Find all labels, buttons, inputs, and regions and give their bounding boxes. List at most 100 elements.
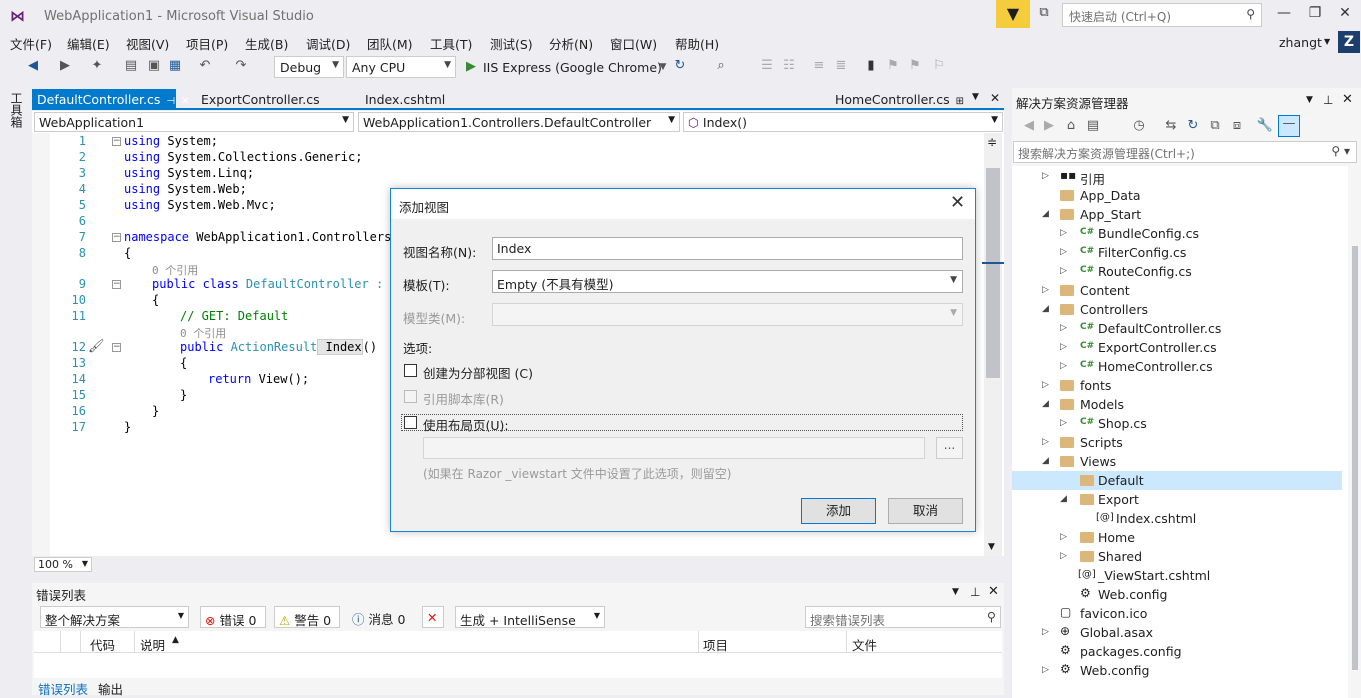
tree-node-defaultcontroller[interactable]: ▷ C# DefaultController.cs [1012, 319, 1342, 338]
template-select[interactable]: Empty (不具有模型) ▼ [492, 270, 963, 293]
bookmark-icon[interactable]: ▮ [862, 58, 880, 73]
user-dropdown-icon[interactable]: ▼ [1324, 37, 1330, 46]
tab-output[interactable]: 输出 [94, 679, 127, 698]
split-icon[interactable]: ≑ [987, 135, 997, 149]
filter-icon[interactable]: ✕ [422, 606, 444, 628]
layout-path-input[interactable] [423, 437, 925, 459]
dialog-close-icon[interactable]: ✕ [950, 192, 965, 213]
tree-node-bundleconfig[interactable]: ▷ C# BundleConfig.cs [1012, 224, 1342, 243]
tree-node-app-data[interactable]: App_Data [1012, 186, 1342, 205]
start-debug-icon[interactable]: ▶ [466, 59, 476, 74]
back-icon[interactable]: ◀ [24, 58, 42, 73]
reference-count[interactable]: 0 个引用 [180, 325, 226, 341]
quick-launch-input[interactable]: 快速启动 (Ctrl+Q) ⚲ [1062, 3, 1262, 27]
run-target-button[interactable]: IIS Express (Google Chrome) [483, 60, 662, 75]
notification-flag-icon[interactable]: ▼ [996, 0, 1030, 28]
collapse-icon[interactable]: − [112, 280, 121, 289]
menu-project[interactable]: 项目(P) [186, 34, 228, 53]
open-file-icon[interactable]: ▤ [122, 58, 140, 73]
tree-node-models[interactable]: ◢ Models [1012, 395, 1342, 414]
project-nav-select[interactable]: WebApplication1 ▼ [34, 112, 354, 132]
model-class-select[interactable]: ▼ [492, 303, 963, 326]
tree-node-shared[interactable]: ▷ Shared [1012, 547, 1342, 566]
close-button[interactable]: ✕ [1333, 5, 1357, 21]
tab-error-list[interactable]: 错误列表 [34, 679, 92, 698]
tab-exportcontroller[interactable]: ExportController.cs [196, 89, 325, 110]
panel-menu-icon[interactable]: ▼ [952, 587, 959, 597]
refresh-browser-icon[interactable]: ↻ [671, 58, 689, 73]
browse-layout-button[interactable]: ... [936, 437, 963, 459]
pin-icon[interactable]: ⊣ [166, 96, 175, 107]
tab-defaultcontroller[interactable]: DefaultController.cs ⊣ ✕ [32, 89, 189, 110]
tree-node-shop[interactable]: ▷ C# Shop.cs [1012, 414, 1342, 433]
tree-node-homecontroller[interactable]: ▷ C# HomeController.cs [1012, 357, 1342, 376]
tree-node-app-start[interactable]: ◢ App_Start [1012, 205, 1342, 224]
errors-filter-button[interactable]: ⊗ 错误 0 [200, 606, 266, 628]
properties-icon[interactable]: 🔧 [1256, 118, 1274, 133]
find-icon[interactable]: ⌕ [712, 58, 730, 73]
column-file[interactable]: 文件 [852, 635, 877, 654]
column-description[interactable]: 说明 [140, 635, 165, 654]
menu-tools[interactable]: 工具(T) [430, 34, 472, 53]
close-panel-icon[interactable]: ✕ [988, 584, 999, 599]
use-layout-checkbox[interactable] [404, 416, 417, 429]
avatar[interactable]: Z [1338, 31, 1360, 53]
menu-test[interactable]: 测试(S) [490, 34, 533, 53]
preview-icon[interactable]: — [1278, 115, 1300, 137]
sync-icon[interactable]: ▤ [1084, 118, 1102, 133]
warnings-filter-button[interactable]: ⚠ 警告 0 [274, 606, 340, 628]
tree-node-fonts[interactable]: ▷ fonts [1012, 376, 1342, 395]
error-search-input[interactable]: 搜索错误列表 ⚲ [805, 606, 1001, 628]
menu-build[interactable]: 生成(B) [245, 34, 288, 53]
tab-overflow-icon[interactable]: ▼ [972, 92, 979, 102]
pin-icon[interactable]: ⊥ [1323, 93, 1333, 107]
zoom-select[interactable]: 100 % ▼ [34, 557, 92, 572]
script-libraries-checkbox[interactable] [404, 390, 417, 403]
solution-scroll-thumb[interactable] [1352, 246, 1358, 670]
partial-view-label[interactable]: 创建为分部视图 (C) [423, 363, 533, 382]
menu-window[interactable]: 窗口(W) [610, 34, 657, 53]
menu-help[interactable]: 帮助(H) [675, 34, 719, 53]
platform-select[interactable]: Any CPU ▼ [346, 56, 456, 78]
menu-file[interactable]: 文件(F) [10, 34, 52, 53]
redo-icon[interactable]: ↷ [232, 58, 250, 73]
use-layout-label[interactable]: 使用布局页(U): [423, 415, 509, 434]
tree-node-views-webconfig[interactable]: ⚙ Web.config [1012, 585, 1342, 604]
class-nav-select[interactable]: WebApplication1.Controllers.DefaultContr… [358, 112, 680, 132]
editor-scroll-thumb[interactable] [986, 168, 1000, 378]
history-icon[interactable]: ◷ [1130, 118, 1148, 133]
tree-node-packages-config[interactable]: ⚙ packages.config [1012, 642, 1342, 661]
solution-search-input[interactable]: 搜索解决方案资源管理器(Ctrl+;) ⚲ ▾ [1013, 141, 1357, 163]
align-icon[interactable]: ☰ [758, 58, 776, 73]
prev-bookmark-icon[interactable]: ⚑ [884, 58, 902, 73]
comment-icon[interactable]: ≡ [810, 58, 828, 73]
indent-icon[interactable]: ☷ [780, 58, 798, 73]
next-bookmark-icon[interactable]: ⚑ [906, 58, 924, 73]
tab-index-cshtml[interactable]: Index.cshtml [360, 89, 450, 110]
add-button[interactable]: 添加 [801, 498, 876, 524]
scope-select[interactable]: 整个解决方案 ▼ [40, 606, 189, 628]
menu-team[interactable]: 团队(M) [367, 34, 413, 53]
tree-node-favicon[interactable]: ▢ favicon.ico [1012, 604, 1342, 623]
cancel-button[interactable]: 取消 [888, 498, 963, 524]
scroll-down-icon[interactable]: ▼ [988, 542, 995, 552]
toolbox-tab[interactable]: 工具箱 [8, 92, 25, 128]
forward-icon[interactable]: ▶ [56, 58, 74, 73]
back-icon[interactable]: ◀ [1020, 118, 1038, 133]
tree-node-index-cshtml[interactable]: [@] Index.cshtml [1012, 509, 1342, 528]
menu-view[interactable]: 视图(V) [126, 34, 169, 53]
forward-icon[interactable]: ▶ [1040, 118, 1058, 133]
collapse-all-icon[interactable]: ⧉ [1206, 118, 1224, 133]
partial-view-checkbox[interactable] [404, 364, 417, 377]
uncomment-icon[interactable]: ≣ [832, 58, 850, 73]
save-icon[interactable]: ▣ [145, 58, 163, 73]
column-project[interactable]: 项目 [703, 635, 728, 654]
tree-node-global-asax[interactable]: ▷ ⊕ Global.asax [1012, 623, 1342, 642]
build-filter-select[interactable]: 生成 + IntelliSense ▼ [455, 606, 605, 628]
tree-node-scripts[interactable]: ▷ Scripts [1012, 433, 1342, 452]
restore-button[interactable]: ❐ [1303, 5, 1327, 21]
quick-actions-icon[interactable]: 🖌 [88, 339, 105, 354]
tree-node-filterconfig[interactable]: ▷ C# FilterConfig.cs [1012, 243, 1342, 262]
user-name[interactable]: zhangt [1279, 35, 1322, 50]
view-name-input[interactable]: Index [492, 237, 963, 260]
